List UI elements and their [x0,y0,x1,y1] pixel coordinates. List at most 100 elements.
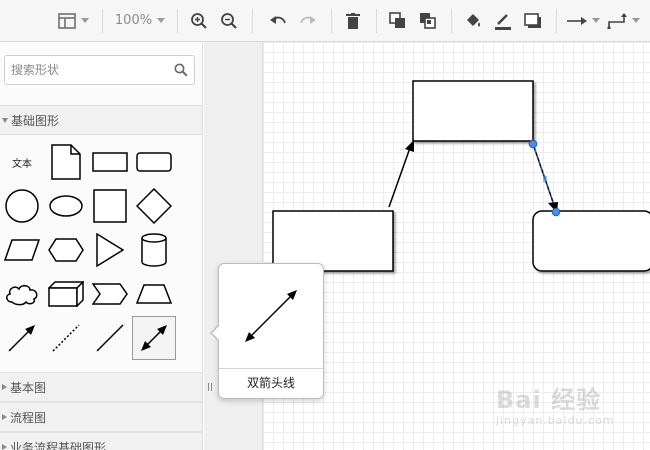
delete-button[interactable] [338,6,368,36]
line-color-icon [495,13,511,30]
chevron-right-icon [2,444,7,450]
panel-layout-icon [57,12,76,29]
section-label: 基础图形 [11,113,60,128]
shape-document[interactable] [44,140,88,184]
search-icon[interactable] [174,63,188,77]
cloud-icon [6,285,38,306]
shape-circle[interactable] [0,184,44,228]
shape-hexagon[interactable] [44,228,88,272]
shape-dotted-line[interactable] [44,316,88,360]
section-header-business-process[interactable]: 业务流程基础图形 [0,432,202,450]
section-label: 基本图 [10,380,47,395]
shape-triangle[interactable] [88,228,132,272]
redo-button[interactable] [293,6,323,36]
line-icon [96,324,124,352]
shape-cube[interactable] [44,272,88,316]
shape-preview-tooltip: 双箭头线 [210,263,324,399]
triangle-icon [96,233,124,267]
waypoint-style-button[interactable] [603,6,643,36]
shape-double-arrow-line[interactable] [132,316,176,360]
zoom-out-button[interactable] [214,6,244,36]
double-arrow-line-icon [245,290,297,342]
redo-icon [300,15,316,24]
zoom-out-icon [221,12,237,29]
fill-color-button[interactable] [458,6,488,36]
chevron-down-icon [157,18,166,23]
circle-icon [5,189,39,223]
shape-parallelogram[interactable] [0,228,44,272]
toolbar-divider [556,8,557,33]
shape-rectangle[interactable] [88,140,132,184]
shape-ellipse[interactable] [44,184,88,228]
shape-cylinder[interactable] [132,228,176,272]
chevron-down-icon [80,18,89,23]
rect-left[interactable] [272,210,394,272]
tooltip-label: 双箭头线 [246,376,295,390]
to-front-icon [389,11,405,28]
zoom-in-button[interactable] [184,6,214,36]
undo-icon [270,15,286,24]
connection-style-icon [566,16,587,25]
to-front-button[interactable] [383,6,413,36]
square-icon [93,189,127,223]
section-header-basic-shapes[interactable]: 基础图形 [0,105,202,135]
shape-text[interactable]: 文本 [0,140,44,184]
zoom-in-icon [191,12,207,29]
cylinder-icon [141,233,167,267]
dotted-line-icon [52,324,80,352]
parallelogram-icon [4,239,40,261]
trapezoid-icon [136,284,172,304]
tooltip-divider [219,368,323,369]
section-label: 业务流程基础图形 [10,440,107,450]
shadow-icon [524,12,541,28]
shadow-button[interactable] [518,6,548,36]
line-color-button[interactable] [488,6,518,36]
toolbar-divider [451,8,452,33]
toolbar: 100% [0,0,650,42]
connector-start-handle[interactable] [528,139,538,149]
shape-trapezoid[interactable] [132,272,176,316]
zoom-select[interactable]: 100% [103,6,177,36]
toolbar-divider [331,8,332,33]
section-header-basic-diagram[interactable]: 基本图 [0,372,202,402]
connector-end-handle[interactable] [551,207,561,217]
diamond-icon [136,188,172,224]
undo-button[interactable] [263,6,293,36]
shape-line[interactable] [88,316,132,360]
to-back-button[interactable] [413,6,443,36]
connector-top-to-right-selected[interactable] [528,139,561,217]
delete-icon [346,12,360,29]
section-label: 流程图 [10,410,47,425]
chevron-shape-icon [92,283,128,305]
shape-arrow-line[interactable] [0,316,44,360]
rect-top[interactable] [412,80,534,142]
search-input[interactable] [5,56,165,84]
app-root: 100% 搜索形状 基础图形 文本 基本图 流程图 业务流程基础图形 双箭头线 … [0,0,650,450]
toolbar-divider [376,8,377,33]
virtual-bend-handle[interactable] [543,176,547,182]
double-arrow-line-icon [141,325,167,351]
shape-cloud[interactable] [0,272,44,316]
hexagon-icon [48,238,84,262]
chevron-down-icon [2,117,8,123]
arrow-line-icon [8,325,35,352]
shape-square[interactable] [88,184,132,228]
cube-icon [48,281,84,307]
rounded-rectangle-icon [136,152,172,172]
shape-chevron[interactable] [88,272,132,316]
tooltip-pointer-inner [212,325,220,341]
panel-layout-button[interactable] [52,6,94,36]
connection-style-button[interactable] [563,6,603,36]
connector-left-to-top[interactable] [388,140,414,208]
rounded-rect-right[interactable] [532,210,650,272]
section-header-flowchart[interactable]: 流程图 [0,402,202,432]
chevron-right-icon [2,414,7,420]
text-shape-label: 文本 [12,158,32,170]
watermark: Bai 经验 jingyan.baidu.com [496,380,646,430]
zoom-level: 100% [114,13,153,28]
shape-diamond[interactable] [132,184,176,228]
shape-rounded-rectangle[interactable] [132,140,176,184]
to-back-icon [420,12,436,29]
splitter-grip[interactable] [208,383,212,391]
document-icon [51,144,81,180]
